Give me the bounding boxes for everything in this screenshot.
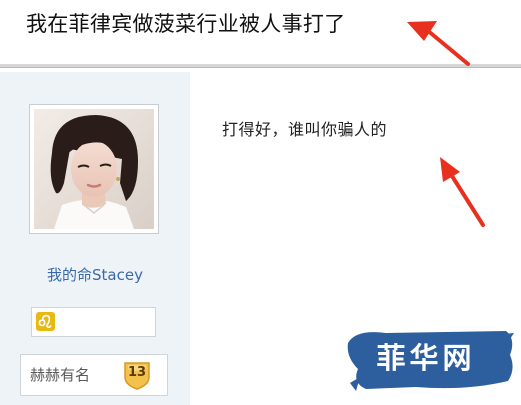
header-divider (0, 64, 521, 68)
level-badge-icon: 13 (120, 359, 154, 391)
reply-arrow-icon (440, 157, 485, 227)
thread-title: 我在菲律宾做菠菜行业被人事打了 (26, 12, 346, 36)
user-info-panel: 我的命Stacey 赫赫有名 13 (0, 72, 190, 405)
avatar-frame[interactable] (29, 104, 159, 234)
username-link[interactable]: 我的命Stacey (0, 265, 190, 285)
level-number: 13 (127, 365, 147, 380)
site-watermark: 菲华网 (346, 325, 518, 395)
reply-content: 打得好，谁叫你骗人的 (222, 120, 388, 139)
leo-zodiac-icon (36, 312, 55, 331)
zodiac-field (31, 307, 156, 337)
watermark-text: 菲华网 (376, 341, 476, 375)
level-name: 赫赫有名 (30, 366, 91, 384)
forum-post-screenshot: 我在菲律宾做菠菜行业被人事打了 我的命Stacey 赫赫有名 13 打得好，谁叫… (0, 0, 521, 405)
thread-header: 我在菲律宾做菠菜行业被人事打了 (0, 0, 521, 64)
user-level-field: 赫赫有名 13 (20, 354, 168, 396)
avatar[interactable] (34, 109, 154, 229)
